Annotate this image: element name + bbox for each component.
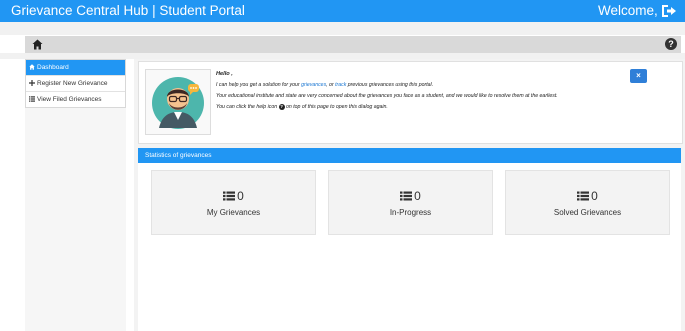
stat-value-row: 0 xyxy=(152,189,315,203)
stat-count: 0 xyxy=(414,189,421,203)
avatar-icon xyxy=(145,69,211,135)
message-text: , or xyxy=(326,82,336,88)
stat-count: 0 xyxy=(591,189,598,203)
stat-card-solved-grievances[interactable]: 0 Solved Grievances xyxy=(505,170,670,235)
stat-count: 0 xyxy=(237,189,244,203)
welcome-dialog: Hello , I can help you get a solution fo… xyxy=(138,61,683,144)
stat-card-my-grievances[interactable]: 0 My Grievances xyxy=(151,170,316,235)
list-icon xyxy=(577,191,590,201)
sidebar-item-label: Register New Grievance xyxy=(37,80,108,87)
message-text: previous grievances using this portal. xyxy=(346,82,434,88)
stats-header: Statistics of grievances xyxy=(138,148,681,163)
sidebar-nav: Dashboard Register New Grievance View Fi… xyxy=(25,59,126,108)
track-link[interactable]: track xyxy=(335,82,346,88)
list-icon xyxy=(223,191,236,201)
stats-panel: 0 My Grievances 0 In-Progress 0 Solved G… xyxy=(138,163,681,331)
stat-label: My Grievances xyxy=(206,208,261,217)
top-navbar: Grievance Central Hub | Student Portal W… xyxy=(0,0,685,22)
home-icon xyxy=(29,63,35,70)
plus-icon xyxy=(29,79,35,86)
page-background xyxy=(0,22,685,35)
message-text: I can help you get a solution for your xyxy=(216,82,302,88)
message-line-2: Your educational institute and state are… xyxy=(216,93,558,99)
stat-label: In-Progress xyxy=(389,208,432,217)
sidebar-item-label: View Filed Grievances xyxy=(37,96,102,103)
stats-title: Statistics of grievances xyxy=(145,152,212,159)
sidebar-item-dashboard[interactable]: Dashboard xyxy=(26,60,125,75)
list-icon xyxy=(29,95,35,102)
stat-value-row: 0 xyxy=(506,189,669,203)
message-text: You can click the help icon xyxy=(216,104,279,110)
message-line-1: I can help you get a solution for your g… xyxy=(216,80,656,91)
home-icon[interactable] xyxy=(32,39,43,50)
greeting: Hello , xyxy=(216,71,233,77)
message-line-3: You can click the help icon ? on top of … xyxy=(216,102,656,113)
grievances-link[interactable]: grievances xyxy=(301,82,326,88)
stat-label: Solved Grievances xyxy=(553,208,622,217)
message-text: on top of this page to open this dialog … xyxy=(284,104,388,110)
sign-out-icon[interactable] xyxy=(661,4,677,18)
welcome-text: Welcome, xyxy=(598,3,658,18)
sidebar-item-register-new-grievance[interactable]: Register New Grievance xyxy=(26,75,125,91)
stat-value-row: 0 xyxy=(329,189,492,203)
question-circle-icon[interactable]: ? xyxy=(665,38,677,50)
sidebar-item-view-filed-grievances[interactable]: View Filed Grievances xyxy=(26,91,125,107)
welcome-message: Hello , I can help you get a solution fo… xyxy=(216,69,656,113)
breadcrumb: ? xyxy=(25,36,681,53)
stat-card-in-progress[interactable]: 0 In-Progress xyxy=(328,170,493,235)
sidebar: Dashboard Register New Grievance View Fi… xyxy=(25,59,126,331)
main-content: Hello , I can help you get a solution fo… xyxy=(134,59,685,331)
close-button[interactable]: × xyxy=(630,69,647,83)
brand-title[interactable]: Grievance Central Hub | Student Portal xyxy=(11,3,245,19)
sidebar-item-label: Dashboard xyxy=(37,64,69,71)
list-icon xyxy=(400,191,413,201)
